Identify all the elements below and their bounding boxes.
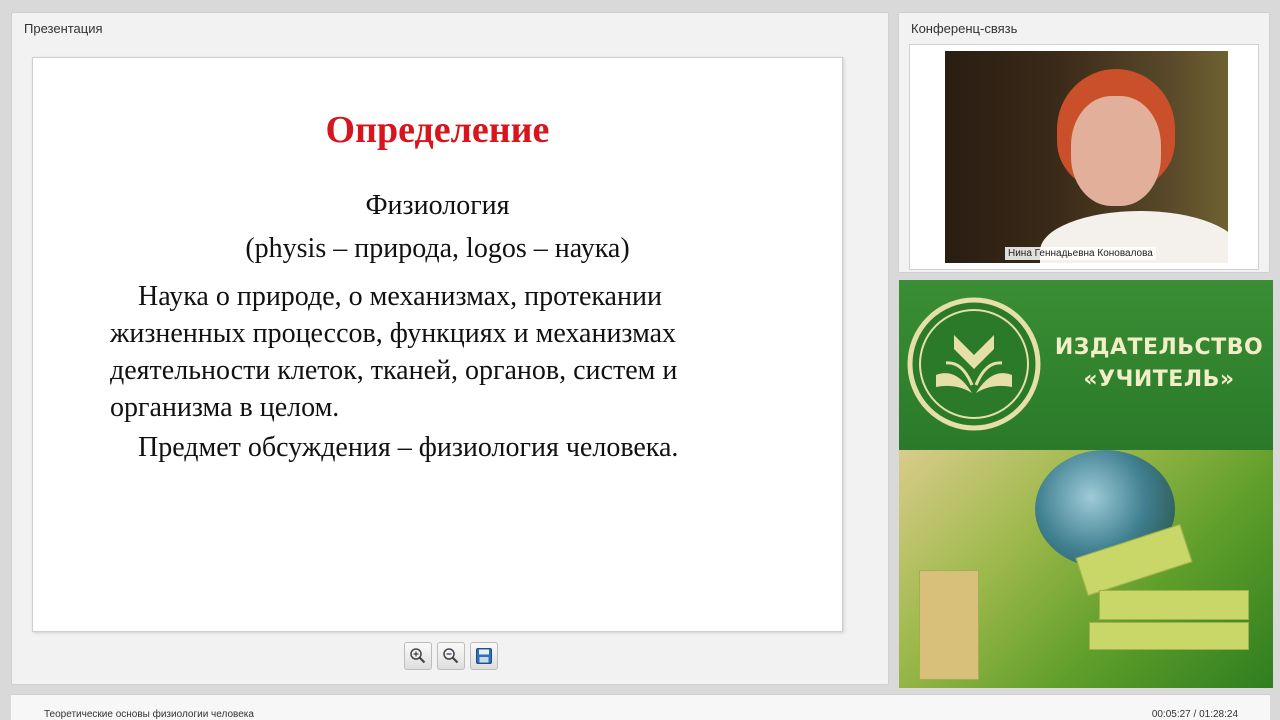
banner-header: ИЗДАТЕЛЬСТВО «УЧИТЕЛЬ» [899,280,1273,448]
zoom-out-button[interactable] [437,642,465,670]
slide-toolbar [404,642,498,670]
publisher-name-line2: «УЧИТЕЛЬ» [1083,367,1235,392]
video-frame: Нина Геннадьевна Коновалова [909,44,1259,270]
book-image [1099,590,1249,620]
presentation-slide: Определение Физиология (physis – природа… [32,57,843,632]
book-image [1089,622,1249,650]
playback-time: 00:05:27 / 01:28:24 [1151,709,1238,720]
zoom-in-button[interactable] [404,642,432,670]
publisher-name: ИЗДАТЕЛЬСТВО «УЧИТЕЛЬ» [1049,332,1269,396]
publisher-name-line1: ИЗДАТЕЛЬСТВО [1054,335,1264,360]
presentation-panel-title: Презентация [24,21,103,36]
publisher-logo [907,297,1041,431]
slide-definition-paragraph: Наука о природе, о механизмах, протекани… [110,281,678,423]
slide-subject-line: Предмет обсуждения – физиология человека… [138,432,679,463]
publisher-banner: ИЗДАТЕЛЬСТВО «УЧИТЕЛЬ» [899,280,1273,688]
zoom-out-icon [443,648,459,664]
speaker-name-tag: Нина Геннадьевна Коновалова [1005,247,1156,260]
save-icon [476,648,492,664]
conference-panel: Конференц-связь Нина Геннадьевна Коновал… [898,12,1270,273]
zoom-in-icon [410,648,426,664]
presentation-panel: Презентация Определение Физиология (phys… [11,12,889,685]
save-button[interactable] [470,642,498,670]
book-image [919,570,979,680]
banner-image [899,450,1273,688]
slide-term: Физиология [365,190,510,221]
slide-heading: Определение [325,109,550,151]
slide-etymology: (physis – природа, logos – наука) [245,233,630,264]
footer-bar: Теоретические основы физиологии человека… [11,694,1270,720]
speaker-face [1071,96,1161,206]
speaker-video: Нина Геннадьевна Коновалова [945,51,1228,263]
conference-panel-title: Конференц-связь [911,21,1018,36]
course-title: Теоретические основы физиологии человека [44,709,254,720]
